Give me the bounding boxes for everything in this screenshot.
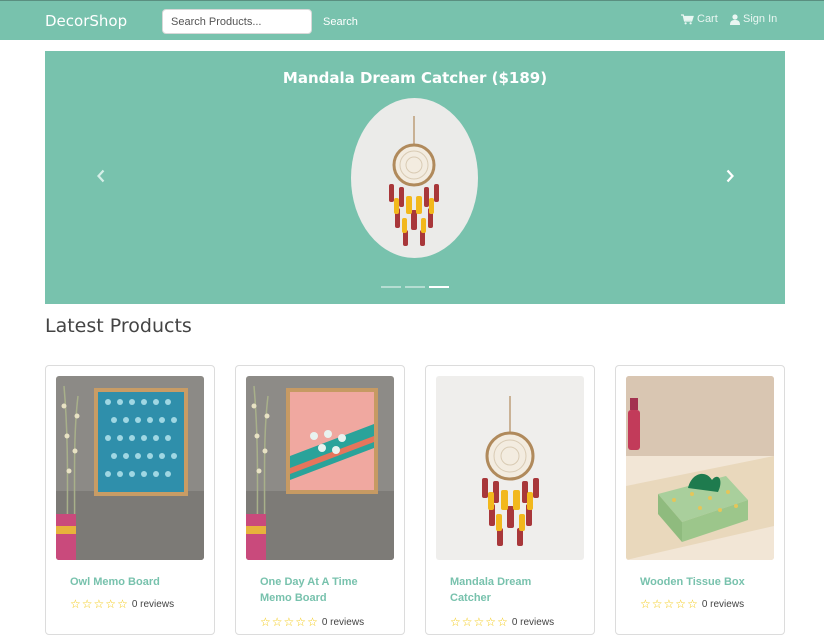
product-image[interactable] bbox=[56, 376, 204, 560]
product-rating: ☆ ☆ ☆ ☆ ☆ 0 reviews bbox=[450, 616, 554, 628]
star-outline-icon: ☆ bbox=[81, 597, 93, 611]
product-card[interactable]: Wooden Tissue Box ☆ ☆ ☆ ☆ ☆ 0 reviews bbox=[615, 365, 785, 635]
star-outline-icon: ☆ bbox=[675, 597, 687, 611]
review-count: 0 reviews bbox=[321, 616, 365, 628]
star-outline-icon: ☆ bbox=[651, 597, 663, 611]
carousel-caption[interactable]: Mandala Dream Catcher ($189) bbox=[45, 69, 785, 87]
star-outline-icon: ☆ bbox=[117, 597, 128, 611]
star-outline-icon: ☆ bbox=[687, 597, 698, 611]
carousel-indicator[interactable] bbox=[405, 286, 425, 288]
carousel-next-button[interactable] bbox=[720, 168, 740, 188]
product-image[interactable] bbox=[436, 376, 584, 560]
product-title[interactable]: One Day At A Time Memo Board bbox=[260, 574, 380, 606]
product-rating: ☆ ☆ ☆ ☆ ☆ 0 reviews bbox=[70, 598, 174, 610]
search-button[interactable]: Search bbox=[316, 9, 365, 34]
navbar: DecorShop Search Cart Sign In bbox=[0, 0, 824, 40]
product-title[interactable]: Owl Memo Board bbox=[70, 574, 190, 590]
product-title[interactable]: Wooden Tissue Box bbox=[640, 574, 760, 590]
carousel-indicator-active[interactable] bbox=[429, 286, 449, 288]
review-count: 0 reviews bbox=[131, 598, 175, 610]
carousel-product-image[interactable] bbox=[351, 98, 478, 258]
product-title[interactable]: Mandala Dream Catcher bbox=[450, 574, 570, 606]
carousel-indicators bbox=[381, 286, 449, 288]
user-icon bbox=[730, 13, 740, 25]
chevron-right-icon bbox=[725, 169, 735, 188]
star-outline-icon: ☆ bbox=[271, 615, 283, 629]
cart-icon bbox=[681, 13, 694, 25]
cart-link[interactable]: Cart bbox=[681, 13, 718, 25]
star-outline-icon: ☆ bbox=[105, 597, 117, 611]
star-outline-icon: ☆ bbox=[473, 615, 485, 629]
product-image[interactable] bbox=[246, 376, 394, 560]
product-rating: ☆ ☆ ☆ ☆ ☆ 0 reviews bbox=[260, 616, 364, 628]
star-outline-icon: ☆ bbox=[260, 615, 271, 629]
star-outline-icon: ☆ bbox=[450, 615, 461, 629]
star-outline-icon: ☆ bbox=[295, 615, 307, 629]
product-carousel: Mandala Dream Catcher ($189) bbox=[45, 51, 785, 304]
product-card[interactable]: Mandala Dream Catcher ☆ ☆ ☆ ☆ ☆ 0 review… bbox=[425, 365, 595, 635]
carousel-indicator[interactable] bbox=[381, 286, 401, 288]
cart-label: Cart bbox=[697, 13, 718, 25]
sign-in-label: Sign In bbox=[743, 13, 778, 25]
product-image[interactable] bbox=[626, 376, 774, 560]
section-title: Latest Products bbox=[45, 315, 192, 337]
brand-logo[interactable]: DecorShop bbox=[45, 12, 127, 30]
carousel-prev-button[interactable] bbox=[91, 168, 111, 188]
product-card[interactable]: Owl Memo Board ☆ ☆ ☆ ☆ ☆ 0 reviews bbox=[45, 365, 215, 635]
chevron-left-icon bbox=[96, 169, 106, 188]
star-outline-icon: ☆ bbox=[640, 597, 651, 611]
star-outline-icon: ☆ bbox=[485, 615, 497, 629]
review-count: 0 reviews bbox=[511, 616, 555, 628]
star-outline-icon: ☆ bbox=[663, 597, 675, 611]
product-rating: ☆ ☆ ☆ ☆ ☆ 0 reviews bbox=[640, 598, 744, 610]
star-outline-icon: ☆ bbox=[283, 615, 295, 629]
star-outline-icon: ☆ bbox=[461, 615, 473, 629]
product-card[interactable]: One Day At A Time Memo Board ☆ ☆ ☆ ☆ ☆ 0… bbox=[235, 365, 405, 635]
star-outline-icon: ☆ bbox=[93, 597, 105, 611]
review-count: 0 reviews bbox=[701, 598, 745, 610]
star-outline-icon: ☆ bbox=[70, 597, 81, 611]
sign-in-link[interactable]: Sign In bbox=[730, 13, 777, 25]
search-input[interactable] bbox=[162, 9, 312, 34]
star-outline-icon: ☆ bbox=[497, 615, 508, 629]
star-outline-icon: ☆ bbox=[307, 615, 318, 629]
